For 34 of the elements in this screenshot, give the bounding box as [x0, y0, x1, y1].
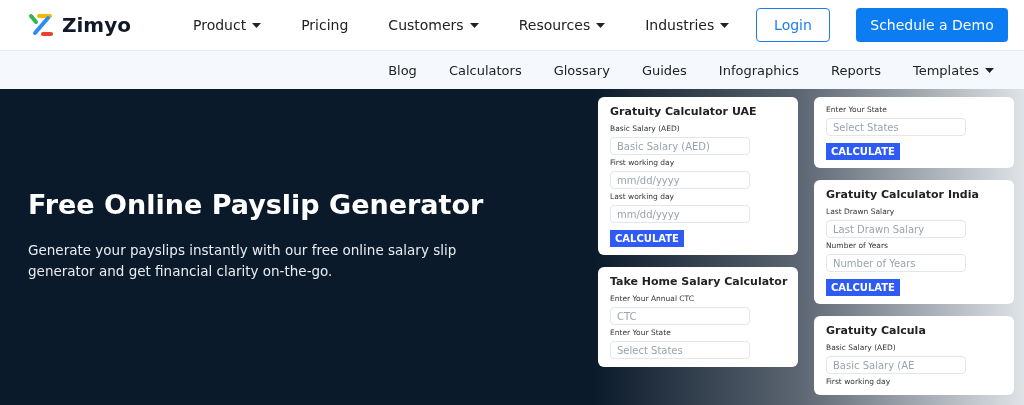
nav-link[interactable]: Pricing [301, 17, 349, 33]
nav-link[interactable]: Industries [645, 17, 730, 33]
subnav-link[interactable]: Templates [912, 62, 994, 78]
schedule-demo-button[interactable]: Schedule a Demo [856, 8, 1008, 42]
subnav-link[interactable]: Calculators [448, 62, 522, 78]
calculate-button[interactable]: CALCULATE [826, 143, 900, 160]
subnav-link[interactable]: Blog [388, 62, 417, 78]
subnav-link[interactable]: Glossary [553, 62, 610, 78]
input-field[interactable]: CTC [610, 307, 750, 325]
subnav-link[interactable]: Infographics [718, 62, 800, 78]
subnav-link[interactable]: Guides [641, 62, 687, 78]
input-field[interactable]: mm/dd/yyyy [610, 205, 750, 223]
input-field[interactable]: Number of Years [826, 254, 966, 272]
calculate-button[interactable]: CALCULATE [826, 279, 900, 296]
card-title: Gratuity Calculator UAE [610, 105, 757, 119]
card-title: Take Home Salary Calculator [610, 275, 788, 289]
input-field[interactable]: Basic Salary (AE [826, 356, 966, 374]
card-title: Gratuity Calculator India [826, 188, 979, 202]
logo-icon [28, 13, 54, 37]
input-field[interactable]: Basic Salary (AED) [610, 137, 750, 155]
hero-description: Generate your payslips instantly with our free online salary slip generator and get financial clarity on-the-go. [28, 241, 458, 281]
subnav-link[interactable]: Reports [831, 62, 881, 78]
card-title: Gratuity Calcula [826, 324, 926, 338]
nav-link[interactable]: Product [193, 17, 262, 33]
calculate-button[interactable]: CALCULATE [610, 230, 684, 247]
login-button[interactable]: Login [756, 8, 830, 42]
logo-text[interactable]: Zimyo [62, 13, 131, 37]
input-field[interactable]: Select States [610, 341, 750, 359]
input-field[interactable]: Select States [826, 118, 966, 136]
nav-link[interactable]: Customers [388, 17, 479, 33]
nav-link[interactable]: Resources [518, 17, 606, 33]
input-field[interactable]: Last Drawn Salary [826, 220, 966, 238]
hero-title: Free Online Payslip Generator [28, 189, 485, 220]
input-field[interactable]: mm/dd/yyyy [610, 171, 750, 189]
